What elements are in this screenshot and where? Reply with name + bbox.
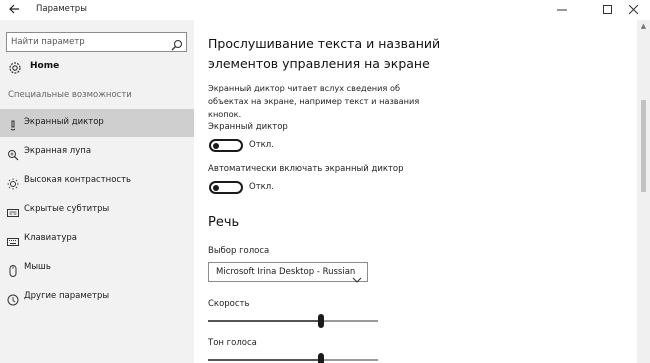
narrator-icon: [7, 117, 19, 131]
mouse-icon: [7, 262, 19, 277]
auto-start-toggle-state: Откл.: [249, 182, 274, 192]
page-title: Прослушивание текста и названий элементо…: [208, 36, 441, 71]
narrator-toggle-state: Откл.: [249, 140, 274, 150]
sidebar-item-mouse[interactable]: Мышь: [0, 254, 194, 282]
sidebar-item-label: Home: [30, 61, 60, 71]
narrator-toggle[interactable]: [209, 139, 243, 152]
minimize-icon: [557, 9, 567, 11]
captions-icon: [7, 204, 19, 217]
sidebar-item-narrator[interactable]: Экранный диктор: [0, 109, 194, 137]
close-button[interactable]: [620, 0, 648, 20]
title-bar: Параметры: [0, 0, 650, 20]
auto-start-toggle[interactable]: [209, 181, 243, 194]
gear-icon: [7, 60, 23, 76]
page-description: Экранный диктор читает вслух сведения об…: [208, 83, 420, 119]
sidebar-item-high-contrast[interactable]: Высокая контрастность: [0, 167, 194, 195]
sidebar-item-label: Другие параметры: [24, 291, 110, 301]
sidebar-item-label: Мышь: [24, 262, 51, 272]
search-input[interactable]: [11, 33, 161, 51]
slider-fill: [208, 320, 321, 322]
back-button[interactable]: [6, 3, 22, 17]
minimize-button[interactable]: [548, 0, 576, 20]
voice-label: Выбор голоса: [208, 246, 270, 256]
scrollbar[interactable]: ▲: [637, 20, 650, 363]
maximize-icon: [603, 5, 612, 14]
pitch-label: Тон голоса: [208, 338, 257, 348]
magnifier-icon: [7, 146, 19, 161]
contrast-icon: [7, 175, 19, 190]
section-label: Специальные возможности: [8, 90, 132, 100]
close-icon: [628, 4, 639, 15]
arrow-left-icon: [9, 4, 19, 14]
scroll-up-button[interactable]: ▲: [637, 20, 650, 32]
auto-start-label: Автоматически включать экранный диктор: [208, 164, 404, 174]
sidebar-item-label: Скрытые субтитры: [24, 204, 110, 214]
voice-select-value: Microsoft Irina Desktop - Russian: [216, 267, 356, 277]
toggle-knob: [213, 142, 219, 149]
sidebar-item-label: Высокая контрастность: [24, 175, 132, 185]
speed-label: Скорость: [208, 299, 250, 309]
sidebar: Home Специальные возможности Экранный ди…: [0, 20, 194, 363]
slider-thumb[interactable]: [318, 353, 324, 363]
pitch-slider[interactable]: [208, 353, 378, 363]
sidebar-item-label: Экранный диктор: [24, 117, 104, 127]
slider-fill: [208, 359, 321, 361]
other-options-icon: [7, 291, 19, 306]
keyboard-icon: [7, 233, 19, 246]
slider-thumb[interactable]: [318, 314, 324, 328]
voice-select[interactable]: Microsoft Irina Desktop - Russian: [208, 262, 368, 283]
speed-slider[interactable]: [208, 314, 378, 328]
sidebar-item-captions[interactable]: Скрытые субтитры: [0, 196, 194, 224]
sidebar-item-label: Клавиатура: [24, 233, 78, 243]
sidebar-item-keyboard[interactable]: Клавиатура: [0, 225, 194, 253]
sidebar-item-home[interactable]: Home: [0, 56, 194, 80]
sidebar-item-label: Экранная лупа: [24, 146, 92, 156]
narrator-label: Экранный диктор: [208, 122, 288, 132]
sidebar-item-magnifier[interactable]: Экранная лупа: [0, 138, 194, 166]
maximize-button[interactable]: [594, 0, 622, 20]
speech-heading: Речь: [208, 215, 240, 230]
main-content: Прослушивание текста и названий элементо…: [194, 20, 637, 363]
scroll-thumb[interactable]: [641, 100, 646, 192]
toggle-knob: [213, 184, 219, 191]
window-title: Параметры: [36, 4, 87, 14]
search-box[interactable]: [6, 32, 187, 52]
sidebar-item-other-options[interactable]: Другие параметры: [0, 283, 194, 311]
search-icon[interactable]: [171, 36, 183, 51]
chevron-down-icon: [352, 269, 362, 283]
